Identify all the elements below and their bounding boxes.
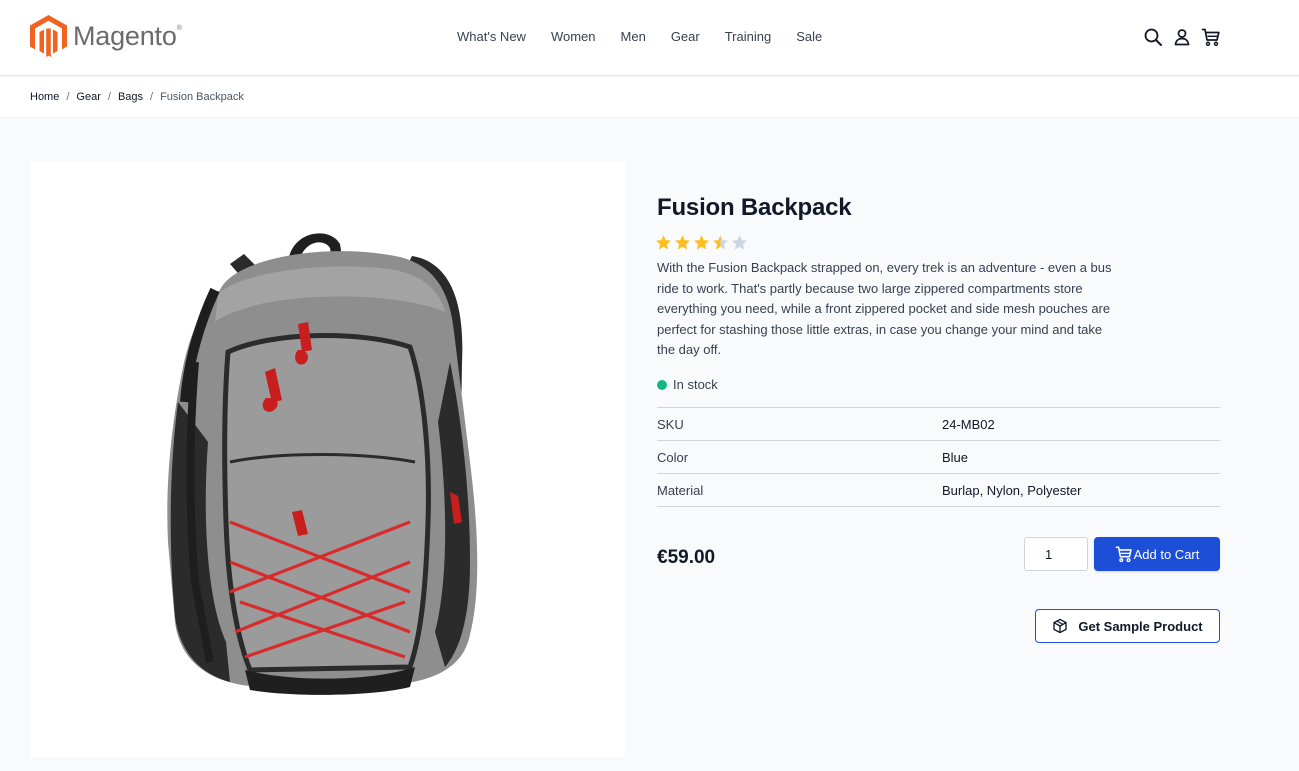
- product-title: Fusion Backpack: [657, 194, 852, 221]
- stock-status: In stock: [657, 377, 718, 392]
- attribute-label: SKU: [657, 417, 684, 432]
- magento-logo[interactable]: Magento ®: [30, 15, 182, 57]
- logo-registered-mark: ®: [176, 24, 182, 32]
- nav-item-training[interactable]: Training: [725, 28, 771, 45]
- add-to-cart-label: Add to Cart: [1133, 546, 1200, 562]
- nav-item-men[interactable]: Men: [621, 28, 646, 45]
- breadcrumb-current: Fusion Backpack: [160, 91, 244, 103]
- star-icon: [694, 235, 709, 250]
- attribute-row: Material Burlap, Nylon, Polyester: [657, 474, 1220, 507]
- attribute-label: Color: [657, 450, 689, 465]
- product-image-panel[interactable]: [30, 162, 625, 757]
- product-attributes-table: SKU 24-MB02 Color Blue Material Burlap, …: [657, 407, 1220, 507]
- product-price: €59.00: [657, 547, 716, 568]
- star-half-icon: [713, 235, 728, 250]
- cart-icon[interactable]: [1201, 27, 1221, 47]
- breadcrumb: Home / Gear / Bags / Fusion Backpack: [30, 91, 244, 104]
- nav-item-women[interactable]: Women: [551, 28, 596, 45]
- logo-text: Magento: [73, 20, 177, 51]
- stock-dot-icon: [657, 379, 667, 390]
- logo-wordmark: Magento ®: [73, 20, 182, 52]
- backpack-image: [167, 233, 478, 695]
- breadcrumb-separator: /: [107, 91, 111, 103]
- get-sample-label: Get Sample Product: [1078, 618, 1203, 634]
- magento-logo-icon: [30, 15, 67, 57]
- account-icon[interactable]: [1172, 27, 1192, 47]
- search-icon[interactable]: [1143, 27, 1163, 47]
- get-sample-product-button[interactable]: Get Sample Product: [1035, 609, 1220, 643]
- attribute-value: Burlap, Nylon, Polyester: [942, 483, 1082, 498]
- attribute-row: SKU 24-MB02: [657, 408, 1220, 441]
- breadcrumb-bar: Home / Gear / Bags / Fusion Backpack: [0, 77, 1299, 118]
- nav-item-gear[interactable]: Gear: [671, 28, 700, 45]
- star-empty-icon: [732, 235, 747, 250]
- header-actions: [1143, 27, 1221, 47]
- rating-stars[interactable]: [655, 234, 750, 251]
- nav-item-sale[interactable]: Sale: [796, 28, 822, 45]
- attribute-value: Blue: [942, 450, 969, 465]
- attribute-label: Material: [657, 483, 704, 498]
- breadcrumb-separator: /: [150, 91, 154, 103]
- site-header: Magento ® What's New Women Men Gear Train…: [0, 0, 1299, 76]
- breadcrumb-gear[interactable]: Gear: [76, 91, 100, 104]
- breadcrumb-home[interactable]: Home: [30, 91, 59, 104]
- star-icon: [656, 235, 671, 250]
- add-to-cart-button[interactable]: Add to Cart: [1094, 537, 1220, 571]
- product-description: With the Fusion Backpack strapped on, ev…: [657, 260, 1112, 358]
- main-nav: What's New Women Men Gear Training Sale: [457, 28, 822, 45]
- star-icon: [675, 235, 690, 250]
- cart-icon: [1115, 546, 1132, 563]
- package-icon: [1053, 618, 1068, 634]
- breadcrumb-bags[interactable]: Bags: [118, 91, 143, 104]
- attribute-value: 24-MB02: [942, 417, 995, 432]
- breadcrumb-separator: /: [66, 91, 70, 103]
- quantity-input[interactable]: [1024, 537, 1088, 571]
- attribute-row: Color Blue: [657, 441, 1220, 474]
- stock-label: In stock: [673, 377, 718, 392]
- nav-item-whats-new[interactable]: What's New: [457, 28, 526, 45]
